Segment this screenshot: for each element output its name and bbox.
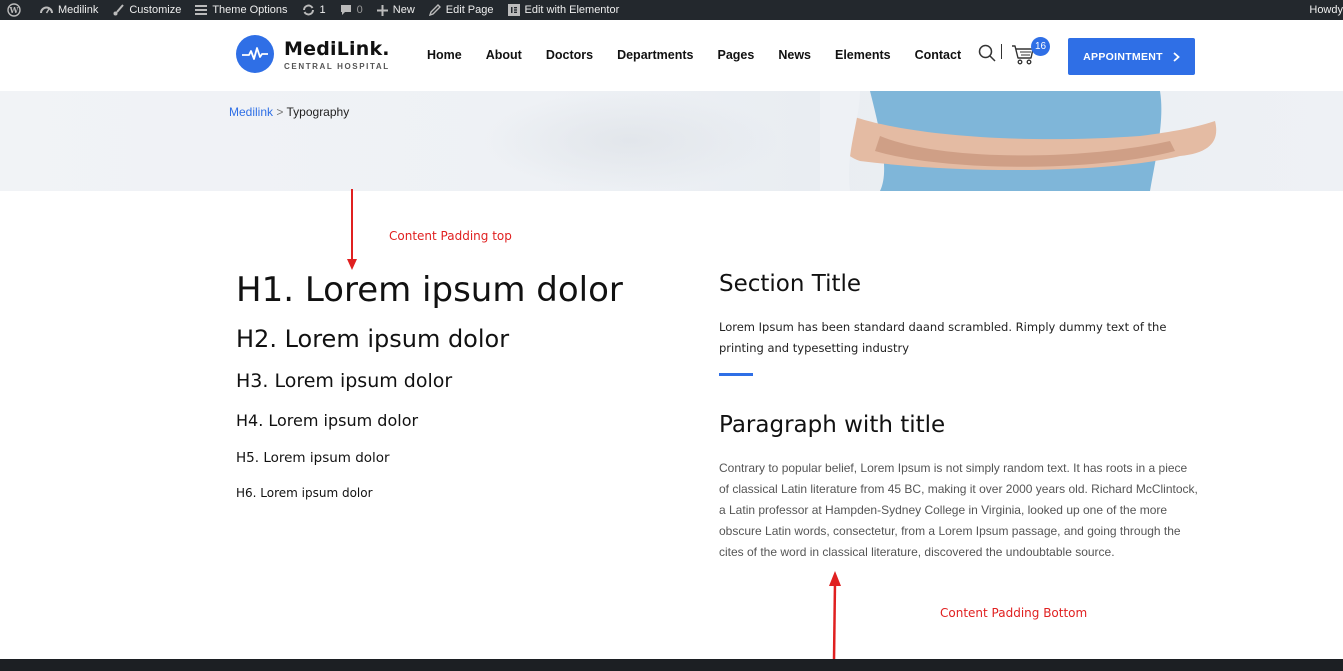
theme-options-link[interactable]: Theme Options [188,0,294,20]
section-title: Section Title [719,271,862,297]
site-name-label: Medilink [58,4,99,16]
admin-bar: W Medilink Customize Theme Options 1 0 N… [0,0,1343,20]
customize-link[interactable]: Customize [105,0,188,20]
updates-count: 1 [319,4,326,16]
appointment-label: APPOINTMENT [1083,50,1163,63]
nav-home[interactable]: Home [427,48,462,62]
heading-h2: H2. Lorem ipsum dolor [236,325,510,353]
paragraph-title: Paragraph with title [719,412,946,438]
howdy-label: Howdy [1309,4,1343,16]
comments-link[interactable]: 0 [333,0,370,20]
search-icon[interactable] [978,44,996,67]
nav-about[interactable]: About [486,48,522,62]
edit-elementor-link[interactable]: Edit with Elementor [501,0,627,20]
nav-departments[interactable]: Departments [617,48,693,62]
new-content-link[interactable]: New [370,0,422,20]
elementor-icon [507,4,520,16]
logo-name: MediLink. [284,37,390,60]
annotation-content-padding-bottom: Content Padding Bottom [940,606,1088,620]
heading-h6: H6. Lorem ipsum dolor [236,486,373,500]
nav-elements[interactable]: Elements [835,48,891,62]
svg-text:W: W [9,5,20,15]
annotation-arrow-down [347,189,357,270]
wordpress-icon: W [7,3,21,17]
annotation-content-padding-top: Content Padding top [389,229,512,243]
howdy-account-link[interactable]: Howdy [1309,0,1343,20]
nav-doctors[interactable]: Doctors [546,48,593,62]
edit-elementor-label: Edit with Elementor [524,4,620,16]
site-header: MediLink. CENTRAL HOSPITAL Home About Do… [0,20,1343,91]
pencil-icon [428,4,441,16]
edit-page-link[interactable]: Edit Page [422,0,501,20]
logo-subtitle: CENTRAL HOSPITAL [284,61,390,71]
menu-lines-icon [195,5,208,15]
plus-icon [376,4,388,16]
customize-label: Customize [129,4,182,16]
heartbeat-logo-icon [236,35,274,73]
chevron-right-icon [1173,51,1180,62]
footer-strip [0,659,1343,671]
breadcrumb-separator: > [276,105,284,119]
page-banner: Medilink > Typography [0,91,1343,191]
nav-news[interactable]: News [778,48,811,62]
brush-icon [113,4,125,16]
edit-page-label: Edit Page [445,4,494,16]
site-logo[interactable]: MediLink. CENTRAL HOSPITAL [236,35,390,73]
paragraph-text: Contrary to popular belief, Lorem Ipsum … [719,461,1198,559]
header-divider [1001,44,1002,59]
updates-link[interactable]: 1 [295,0,333,20]
theme-options-label: Theme Options [212,4,288,16]
heading-h3: H3. Lorem ipsum dolor [236,370,453,392]
appointment-button[interactable]: APPOINTMENT [1068,38,1195,75]
heading-h4: H4. Lorem ipsum dolor [236,411,419,430]
site-name-link[interactable]: Medilink [33,0,105,20]
breadcrumb-home-link[interactable]: Medilink [229,105,273,119]
section-text: Lorem Ipsum has been standard daand scra… [719,320,1167,355]
comment-icon [340,5,351,15]
new-label: New [392,4,415,16]
heading-h5: H5. Lorem ipsum dolor [236,450,390,466]
annotation-arrow-up [829,571,841,660]
banner-background-blur [480,91,780,191]
nav-pages[interactable]: Pages [718,48,755,62]
comments-count: 0 [356,4,363,16]
breadcrumb: Medilink > Typography [229,105,349,119]
section-underline [719,373,753,376]
breadcrumb-current: Typography [286,105,350,119]
doctor-arms-image [820,91,1217,191]
wordpress-logo-button[interactable]: W [0,0,33,20]
cart-count-badge: 16 [1031,37,1050,56]
heading-h1: H1. Lorem ipsum dolor [236,270,623,310]
dashboard-icon [40,6,53,14]
refresh-icon [302,4,314,16]
main-nav: Home About Doctors Departments Pages New… [427,48,985,62]
nav-contact[interactable]: Contact [915,48,962,62]
